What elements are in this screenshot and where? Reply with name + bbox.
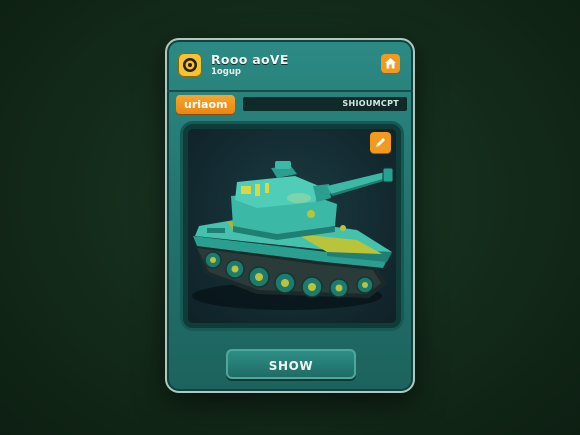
category-tag: uriaom bbox=[176, 95, 236, 114]
home-button[interactable] bbox=[381, 54, 400, 73]
status-text: SHIOUMCPT bbox=[342, 99, 399, 108]
edit-button[interactable] bbox=[370, 132, 391, 153]
tank-illustration bbox=[192, 161, 394, 310]
gold-coin-icon bbox=[178, 53, 202, 77]
status-bar: SHIOUMCPT bbox=[243, 97, 407, 111]
pen-icon bbox=[376, 138, 385, 147]
game-title: Rooo aoVE bbox=[211, 52, 289, 67]
home-icon bbox=[385, 58, 396, 69]
tank-viewport bbox=[183, 124, 401, 328]
game-subtitle: 1ogup bbox=[211, 67, 241, 77]
card-header: Rooo aoVE 1ogup bbox=[167, 40, 413, 92]
show-button[interactable]: SHOW bbox=[226, 349, 356, 379]
tank-card: Rooo aoVE 1ogup uriaom SHIOUMCPT SHOW bbox=[165, 38, 415, 393]
